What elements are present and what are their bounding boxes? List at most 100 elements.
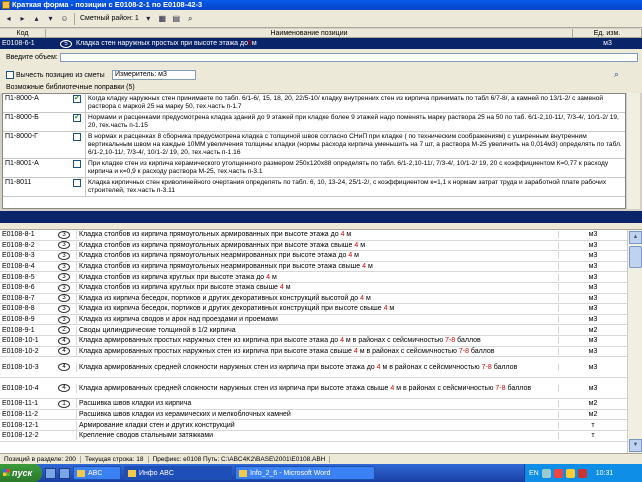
down-icon[interactable]: ▾ xyxy=(44,12,57,25)
task-abc[interactable]: ABC xyxy=(73,466,121,480)
row-unit: м2 xyxy=(558,400,627,408)
lib-row[interactable]: П1-8000-Г В нормах и расценках 8 сборника… xyxy=(3,132,625,159)
splitter-band[interactable] xyxy=(0,211,642,223)
row-code: Е0108-9-1 xyxy=(2,326,35,334)
scroll-down-icon[interactable]: ▼ xyxy=(629,439,642,452)
table-row[interactable]: Е0108-8-9 3 Кладка из кирпича сводов и аро… xyxy=(0,315,627,326)
row-code: Е0108-8-3 xyxy=(2,252,35,260)
lib-row[interactable]: П1-8000-Б Нормами и расценками предусмотр… xyxy=(3,113,625,132)
person-icon[interactable]: ☺ xyxy=(58,12,71,25)
col-code[interactable]: Код xyxy=(0,29,46,37)
row-count-badge: 3 xyxy=(58,262,70,271)
subtract-checkbox[interactable] xyxy=(6,71,14,79)
row-count-badge: 3 xyxy=(58,273,70,282)
row-unit: м3 xyxy=(558,252,627,260)
table-row[interactable]: Е0108-11-2 Расшивка швов кладки из керами… xyxy=(0,410,627,421)
grid-scrollbar[interactable]: ▲ ▼ xyxy=(627,230,642,453)
positions-grid: Е0108-8-1 3 Кладка столбов из кирпича прям… xyxy=(0,230,627,453)
lib-checkbox[interactable] xyxy=(73,133,81,141)
table-row[interactable]: Е0108-10-4 4 Кладка армированных средней с… xyxy=(0,378,627,400)
lib-text: Нормами и расценками предусмотрена кладк… xyxy=(85,113,625,131)
lib-row[interactable]: П1-8000-А Когда кладку наружных стен прин… xyxy=(3,94,625,113)
kaspersky-icon[interactable] xyxy=(577,468,587,478)
table-row[interactable]: Е0108-10-1 4 Кладка армированных простых н… xyxy=(0,336,627,347)
grid-icon[interactable]: ▦ xyxy=(156,12,169,25)
table-row[interactable]: Е0108-8-5 3 Кладка столбов из кирпича круг… xyxy=(0,272,627,283)
row-code: Е0108-10-2 xyxy=(2,347,39,355)
col-unit[interactable]: Ед. изм. xyxy=(573,29,642,37)
row-code: Е0108-8-4 xyxy=(2,263,35,271)
table-row[interactable]: Е0108-9-1 2 Своды цилиндрические толщиной … xyxy=(0,325,627,336)
antivirus-icon[interactable] xyxy=(553,468,563,478)
table-row[interactable]: Е0108-10-2 4 Кладка армированных простых н… xyxy=(0,346,627,358)
quicklaunch-desktop-icon[interactable] xyxy=(59,467,70,479)
table-row[interactable]: Е0108-8-2 3 Кладка столбов из кирпича прям… xyxy=(0,240,627,252)
district-dropdown-icon[interactable]: ▾ xyxy=(142,12,155,25)
table-row[interactable]: Е0108-8-6 3 Кладка столбов из кирпича круг… xyxy=(0,283,627,294)
zoom-icon[interactable]: ⌕ xyxy=(614,69,619,80)
row-unit: м2 xyxy=(558,411,627,419)
row-unit: м3 xyxy=(558,347,627,355)
lib-checkbox[interactable] xyxy=(73,179,81,187)
library-corrections-list: П1-8000-А Когда кладку наружных стен прин… xyxy=(2,93,626,209)
row-unit: м3 xyxy=(558,305,627,313)
row-unit: т xyxy=(558,432,627,440)
forward-icon[interactable]: ▸ xyxy=(16,12,29,25)
up-icon[interactable]: ▴ xyxy=(30,12,43,25)
row-name: Армирование кладки стен и других констру… xyxy=(76,420,558,430)
lib-text: При кладке стен из кирпича керамического… xyxy=(85,159,625,177)
search-icon[interactable]: ⌕ xyxy=(184,12,197,25)
table-row[interactable]: Е0108-8-4 3 Кладка столбов из кирпича прям… xyxy=(0,262,627,273)
quicklaunch-ie-icon[interactable] xyxy=(45,467,56,479)
task-word[interactable]: Info_2_6 - Microsoft Word xyxy=(235,466,375,480)
volume-panel: Введите объем: Вычесть позицию из сметы … xyxy=(0,49,642,83)
network-icon[interactable] xyxy=(541,468,551,478)
back-icon[interactable]: ◂ xyxy=(2,12,15,25)
row-name: Кладка столбов из кирпича прямоугольных … xyxy=(76,262,558,272)
row-name: Кладка столбов из кирпича прямоугольных … xyxy=(76,251,558,261)
col-name[interactable]: Наименование позиции xyxy=(46,29,573,37)
row-code: Е0108-11-1 xyxy=(2,400,39,408)
row-name: Кладка из кирпича беседок, портиков и др… xyxy=(76,293,558,303)
table-row[interactable]: Е0108-12-1 Армирование кладки стен и друг… xyxy=(0,420,627,431)
row-count-badge: 3 xyxy=(58,251,70,260)
table-row[interactable]: Е0108-8-7 3 Кладка из кирпича беседок, пор… xyxy=(0,293,627,305)
lib-scrollbar[interactable] xyxy=(626,93,640,209)
row-code: Е0108-8-2 xyxy=(2,241,35,249)
table-row[interactable]: Е0108-11-1 1 Расшивка швов кладки из кирпи… xyxy=(0,399,627,410)
row-count-badge: 2 xyxy=(58,326,70,335)
volume-input[interactable] xyxy=(60,53,638,62)
row-name: Кладка из кирпича сводов и арок над прое… xyxy=(76,315,558,325)
lib-text: В нормах и расценках 8 сборника предусмо… xyxy=(85,132,625,158)
selected-code: Е0108-6-1 xyxy=(2,40,35,47)
lib-checkbox[interactable] xyxy=(73,94,81,103)
selected-text-end: м xyxy=(251,40,257,47)
row-code: Е0108-8-1 xyxy=(2,231,35,239)
tray-app-icon[interactable] xyxy=(565,468,575,478)
table-row[interactable]: Е0108-8-3 3 Кладка столбов из кирпича прям… xyxy=(0,251,627,262)
row-name: Кладка столбов из кирпича круглых при вы… xyxy=(76,283,558,293)
table-row[interactable]: Е0108-8-8 3 Кладка из кирпича беседок, пор… xyxy=(0,304,627,315)
row-count-badge: 4 xyxy=(58,336,70,345)
row-count-badge: 3 xyxy=(58,315,70,324)
table-row[interactable]: Е0108-12-2 Крепление сводов стальными зат… xyxy=(0,431,627,442)
subtract-checkbox-wrap[interactable]: Вычесть позицию из сметы xyxy=(6,71,105,79)
table-row[interactable]: Е0108-8-1 3 Кладка столбов из кирпича прям… xyxy=(0,230,627,241)
lib-checkbox[interactable] xyxy=(73,113,81,122)
row-name: Кладка столбов из кирпича прямоугольных … xyxy=(76,240,558,250)
row-name: Кладка армированных средней сложности на… xyxy=(76,383,558,393)
task-info-abc[interactable]: Инфо ABC xyxy=(124,466,232,480)
selected-row[interactable]: Е0108-6-1 5 Кладка стен наружных простых… xyxy=(0,38,642,49)
table-icon[interactable]: ▤ xyxy=(170,12,183,25)
scroll-thumb[interactable] xyxy=(629,246,642,268)
row-unit: м3 xyxy=(558,241,627,249)
scroll-up-icon[interactable]: ▲ xyxy=(629,231,642,244)
row-name: Кладка армированных средней сложности на… xyxy=(76,362,558,372)
row-code: Е0108-12-1 xyxy=(2,421,39,429)
lib-row[interactable]: П1-8001-А При кладке стен из кирпича кера… xyxy=(3,159,625,178)
table-row[interactable]: Е0108-10-3 4 Кладка армированных средней с… xyxy=(0,357,627,379)
lang-indicator[interactable]: EN xyxy=(529,470,539,477)
lib-checkbox[interactable] xyxy=(73,160,81,168)
lib-row[interactable]: П1-8011 Кладка кирпичных стен криволинейн… xyxy=(3,178,625,197)
start-button[interactable]: пуск xyxy=(0,464,42,482)
